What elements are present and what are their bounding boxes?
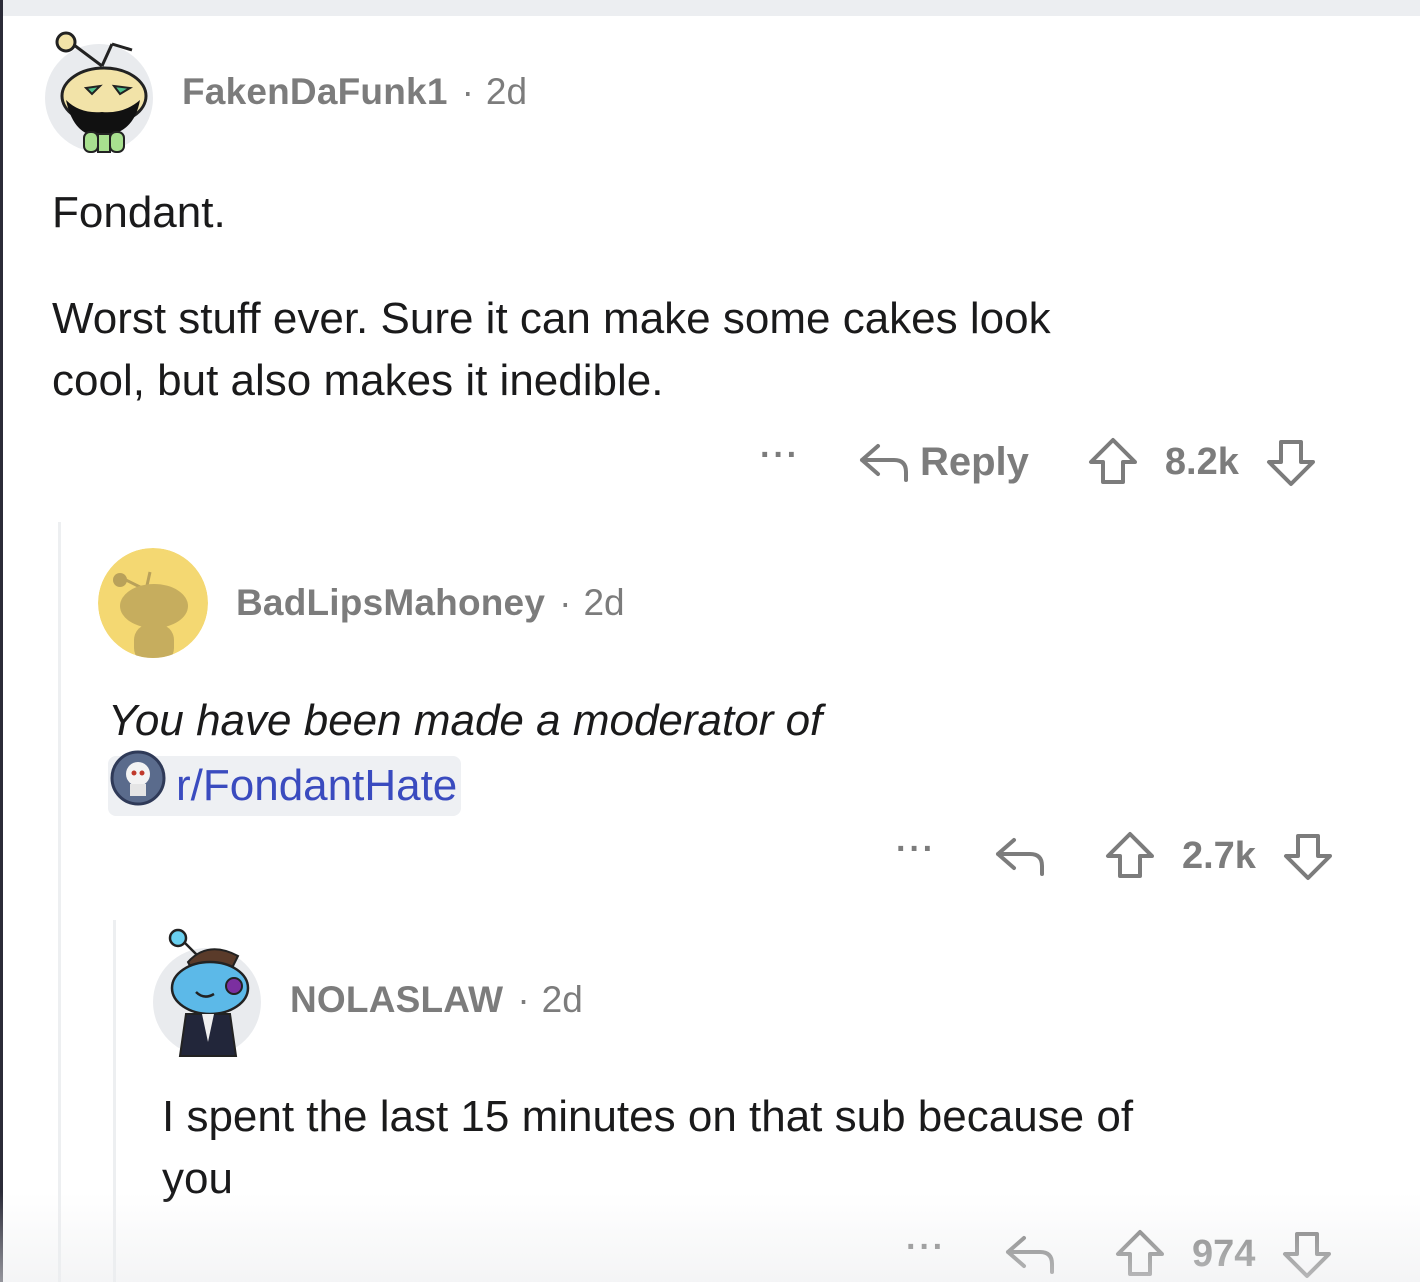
comment-header: FakenDaFunk1 · 2d [44,30,527,154]
comment-age: 2d [485,71,528,112]
comment-paragraph: cool, but also makes it inedible. [52,356,664,405]
upvote-arrow-icon[interactable] [1104,830,1156,882]
subreddit-link[interactable]: r/FondantHate [176,755,457,817]
top-strip [0,0,1420,16]
comment-body: I spent the last 15 minutes on that sub … [162,1086,1382,1210]
user-avatar[interactable] [98,548,208,658]
more-options-icon[interactable]: ··· [760,436,800,489]
comment-header: BadLipsMahoney · 2d [98,548,625,658]
more-options-icon[interactable]: ··· [896,830,936,883]
more-options-icon[interactable]: ··· [906,1228,946,1281]
reply-label: Reply [919,439,1029,484]
username[interactable]: NOLASLAW [290,979,503,1021]
window-edge [0,0,3,1282]
downvote-arrow-icon[interactable] [1281,1228,1333,1280]
reply-arrow-icon [858,440,910,484]
vote-count: 974 [1191,1232,1256,1275]
comment-actions: ··· Reply 8.2k [760,432,1317,492]
comment-paragraph: Fondant. [52,188,226,237]
meta-separator: · [517,979,530,1020]
username[interactable]: FakenDaFunk1 [182,71,448,113]
comment-age: 2d [583,582,625,623]
user-avatar[interactable] [44,30,154,154]
comment-age: 2d [541,979,583,1020]
upvote-arrow-icon[interactable] [1087,436,1139,488]
vote-count: 2.7k [1181,834,1256,877]
meta-separator: · [461,71,474,112]
comment-body: You have been made a moderator of r/Fond… [108,690,1368,823]
username[interactable]: BadLipsMahoney [236,582,545,624]
upvote-arrow-icon[interactable] [1114,1228,1166,1280]
user-avatar[interactable] [152,922,262,1058]
comment-actions: ··· 2.7k [896,826,1334,886]
comment-line: you [162,1154,233,1203]
comment-header: NOLASLAW · 2d [152,922,583,1058]
comment-line: I spent the last 15 minutes on that sub … [162,1092,1134,1141]
thread-line-level-1[interactable] [58,522,61,1282]
comment-text: You have been made a moderator of [108,696,823,745]
comment-paragraph: Worst stuff ever. Sure it can make some … [52,294,1051,343]
downvote-arrow-icon[interactable] [1265,436,1317,488]
reply-arrow-icon[interactable] [994,834,1046,878]
meta-separator: · [559,582,572,623]
comment-actions: ··· 974 [906,1224,1333,1284]
downvote-arrow-icon[interactable] [1282,830,1334,882]
reply-arrow-icon[interactable] [1004,1232,1056,1276]
vote-count: 8.2k [1164,440,1239,483]
subreddit-icon [110,750,166,823]
thread-line-level-2[interactable] [113,920,116,1282]
subreddit-chip[interactable]: r/FondantHate [108,750,462,817]
comment-body: Fondant. Worst stuff ever. Sure it can m… [52,182,1372,412]
reply-button[interactable]: Reply [858,440,1029,485]
